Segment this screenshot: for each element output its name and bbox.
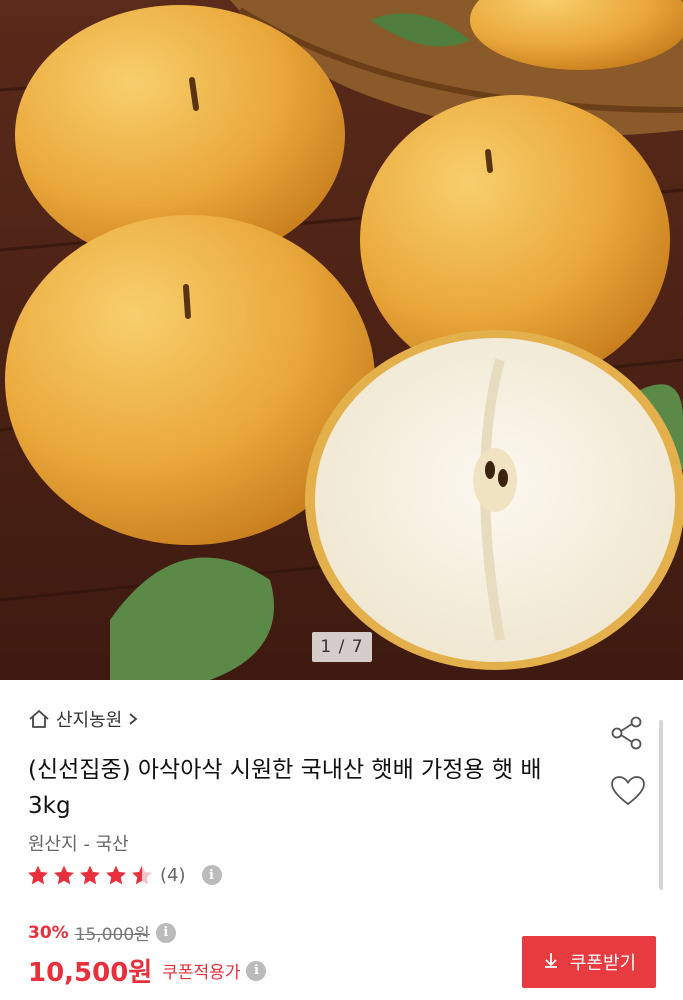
get-coupon-button[interactable]: 쿠폰받기	[522, 936, 656, 988]
rating-info-icon[interactable]: i	[201, 865, 222, 885]
home-icon	[28, 709, 50, 729]
star-icon	[132, 865, 152, 885]
coupon-price-label: 쿠폰적용가	[162, 963, 241, 983]
star-icon	[80, 865, 100, 885]
chevron-right-icon	[128, 712, 138, 726]
rating-summary[interactable]: (4) i	[26, 864, 222, 886]
star-rating	[26, 864, 154, 886]
sale-price: 10,500원	[28, 958, 153, 988]
product-photo	[0, 0, 683, 680]
share-icon[interactable]	[609, 715, 645, 755]
store-link[interactable]: 산지농원	[28, 706, 138, 732]
star-icon	[28, 865, 48, 885]
price-info-icon[interactable]: i	[155, 922, 176, 943]
star-icon	[106, 865, 126, 885]
product-origin: 원산지 - 국산	[28, 834, 129, 855]
original-price: 15,000원	[74, 925, 150, 945]
coupon-button-label: 쿠폰받기	[569, 953, 637, 974]
product-title: (신선집중) 아삭아삭 시원한 국내산 햇배 가정용 햇 배 3kg	[28, 757, 542, 819]
scrollbar[interactable]	[659, 720, 663, 890]
store-name: 산지농원	[56, 710, 123, 731]
discount-row: 30% 15,000원 i	[28, 920, 176, 945]
sale-price-row: 10,500원 쿠폰적용가 i	[28, 952, 267, 989]
image-counter: 1 / 7	[312, 632, 372, 662]
download-icon	[542, 951, 560, 974]
heart-icon[interactable]	[610, 775, 646, 811]
product-info-panel: 산지농원 (신선집중) 아삭아삭 시원한 국내산 햇배 가정용 햇 배 3kg …	[0, 680, 683, 1000]
review-count: (4)	[160, 864, 186, 886]
product-image-gallery[interactable]: 1 / 7	[0, 0, 683, 680]
discount-rate: 30%	[28, 922, 69, 943]
star-icon	[54, 865, 74, 885]
coupon-price-info-icon[interactable]: i	[246, 960, 267, 981]
